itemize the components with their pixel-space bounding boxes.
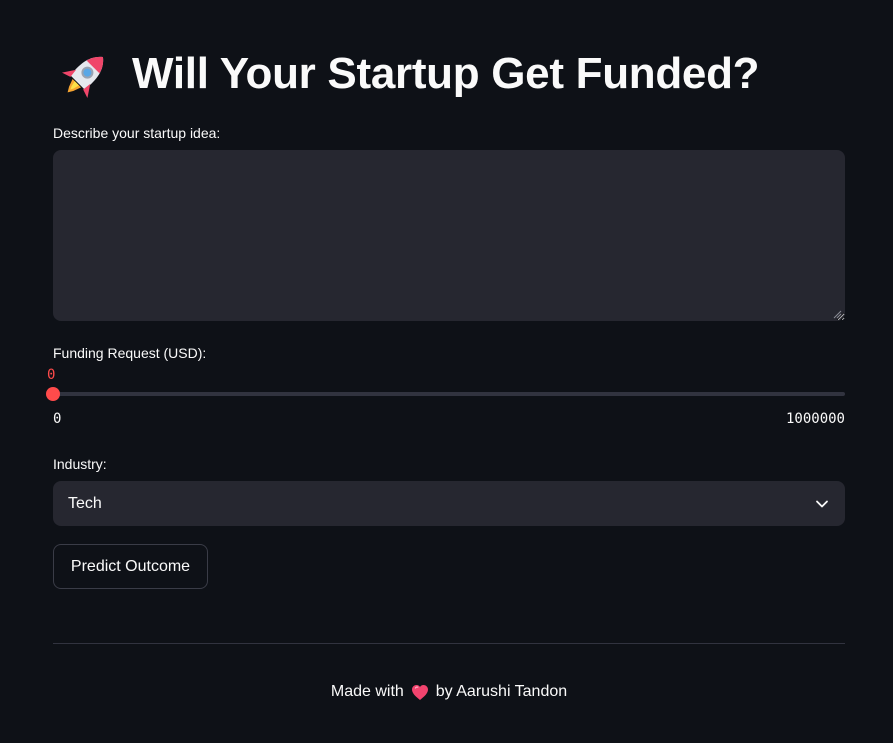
slider-current-value: 0 [47,367,56,383]
resize-grip-icon[interactable] [832,309,842,319]
funding-label: Funding Request (USD): [53,345,207,361]
funding-slider-thumb[interactable] [46,387,60,401]
industry-selected-value: Tech [68,494,102,512]
slider-min-label: 0 [53,411,62,427]
divider [53,643,845,644]
funding-slider-track[interactable] [53,392,845,396]
industry-select[interactable]: Tech [53,481,845,526]
rocket-icon [61,56,104,99]
page-title-text: Will Your Startup Get Funded? [132,49,760,98]
chevron-down-icon [816,500,828,507]
footer: Made with by Aarushi Tandon [0,683,893,701]
slider-max-label: 1000000 [785,411,845,427]
streamlit-app: Will Your Startup Get Funded? Describe y… [0,0,893,743]
footer-prefix: Made with [330,683,404,700]
predict-outcome-button[interactable]: Predict Outcome [53,544,208,589]
footer-suffix: by Aarushi Tandon [435,683,568,700]
startup-idea-textarea[interactable] [53,150,845,321]
idea-label: Describe your startup idea: [53,125,221,141]
industry-label: Industry: [53,456,107,472]
heart-icon [411,684,428,700]
page-title: Will Your Startup Get Funded? [58,44,760,104]
